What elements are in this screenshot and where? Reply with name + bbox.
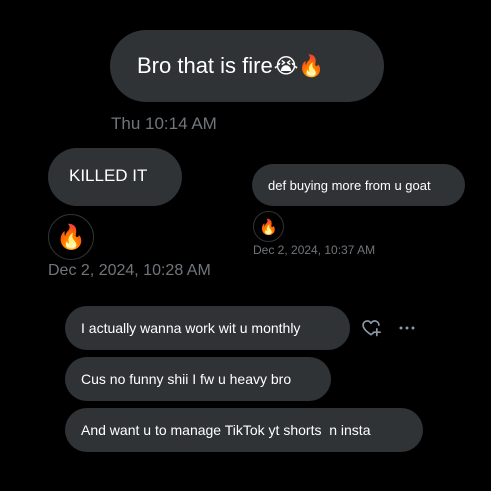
message-bubble-manage-socials[interactable]: And want u to manage TikTok yt shorts n … (65, 408, 423, 452)
loudly-crying-emoji: 😭 (273, 54, 299, 78)
message-bubble-def-buying[interactable]: def buying more from u goat (252, 164, 465, 206)
message-bubble-fire[interactable]: Bro that is fire 😭 🔥 (110, 30, 384, 102)
timestamp-first: Thu 10:14 AM (111, 114, 217, 133)
message-text: Bro that is fire (137, 53, 273, 78)
message-bubble-no-funny[interactable]: Cus no funny shii I fw u heavy bro (65, 357, 331, 401)
message-text: def buying more from u goat (268, 177, 431, 193)
reaction-right[interactable]: 🔥 (253, 211, 284, 242)
timestamp-right: Dec 2, 2024, 10:37 AM (253, 243, 376, 257)
heart-plus-icon[interactable] (359, 316, 383, 340)
fire-icon: 🔥 (259, 217, 278, 236)
message-text: And want u to manage TikTok yt shorts n … (81, 422, 371, 438)
fire-emoji: 🔥 (298, 53, 325, 78)
reaction-left[interactable]: 🔥 (48, 214, 94, 260)
message-text: I actually wanna work wit u monthly (81, 320, 301, 336)
message-text: Cus no funny shii I fw u heavy bro (81, 371, 292, 387)
fire-icon: 🔥 (56, 223, 86, 251)
more-dots-icon[interactable] (395, 316, 419, 340)
timestamp-left: Dec 2, 2024, 10:28 AM (48, 262, 211, 279)
message-bubble-killed-it[interactable]: KILLED IT (48, 148, 182, 206)
message-bubble-work-monthly[interactable]: I actually wanna work wit u monthly (65, 306, 350, 350)
message-text: KILLED IT (69, 166, 148, 185)
